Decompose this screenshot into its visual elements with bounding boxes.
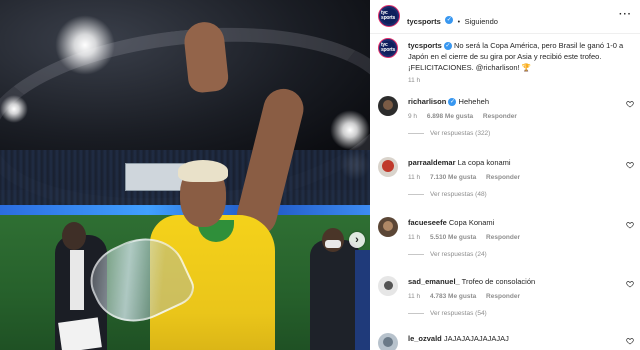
verified-icon: ✓ [448,98,457,107]
comment-time[interactable]: 11 h [408,234,420,241]
heart-outline-icon[interactable] [626,161,634,169]
official-head [62,222,86,250]
view-replies-label: Ver respuestas (48) [430,191,487,198]
comment-time[interactable]: 9 h [408,113,417,120]
view-replies-button[interactable]: Ver respuestas (54) [408,310,487,317]
comment-likes[interactable]: 5.510 Me gusta [430,234,476,241]
stadium-light [55,15,115,75]
comment-text: Trofeo de consolación [461,277,536,286]
replies-divider [408,132,424,134]
view-replies-button[interactable]: Ver respuestas (24) [408,251,487,258]
comment: richarlison ✓ Heheheh 9 h 6.898 Me gusta… [378,96,636,156]
comment-text: La copa konami [457,158,511,167]
reply-button[interactable]: Responder [486,293,520,300]
heart-outline-icon[interactable] [626,100,634,108]
post-side-panel: tyc sports tycsports ✓ • Siguiendo ··· t… [370,0,640,350]
comment-body: parraaldemar La copa konami [408,158,618,168]
comment-meta: 9 h 6.898 Me gusta Responder [408,113,525,120]
heart-outline-icon[interactable] [626,221,634,229]
reply-button[interactable]: Responder [483,113,517,120]
stadium-screen [125,163,185,191]
comment-username[interactable]: le_ozvald [408,334,442,343]
comment-text: Heheheh [458,97,489,106]
comment-time[interactable]: 11 h [408,174,420,181]
separator-dot: • [457,19,461,26]
official-paper [58,317,102,350]
view-replies-label: Ver respuestas (54) [430,310,487,317]
comment-time[interactable]: 11 h [408,293,420,300]
view-replies-label: Ver respuestas (24) [430,251,487,258]
comment-meta: 11 h 4.783 Me gusta Responder [408,293,528,300]
comment-avatar[interactable] [378,276,398,296]
comment: sad_emanuel_ Trofeo de consolación 11 h … [378,276,636,336]
comment: parraaldemar La copa konami 11 h 7.130 M… [378,157,636,217]
chevron-right-icon[interactable]: › [349,232,365,248]
comment: le_ozvald JAJAJAJAJAJAJAJ [378,333,636,350]
comment-body: le_ozvald JAJAJAJAJAJAJAJ [408,334,618,344]
official-shirt [70,250,84,310]
face-mask [325,240,341,248]
comment-likes[interactable]: 4.783 Me gusta [430,293,476,300]
heart-outline-icon[interactable] [626,337,634,345]
comment-likes[interactable]: 7.130 Me gusta [430,174,476,181]
caption-avatar[interactable]: tyc sports [378,38,398,58]
comment-text: Copa Konami [448,218,495,227]
header-user-line: tycsports ✓ • Siguiendo [407,11,498,29]
comment-text: JAJAJAJAJAJAJAJ [443,334,509,343]
security-figure [310,240,360,350]
caption-username[interactable]: tycsports [408,41,442,50]
comment-username[interactable]: parraaldemar [408,158,456,167]
caption-text-block: tycsports ✓ No será la Copa América, per… [408,40,630,73]
comment: facueseefe Copa Konami 11 h 5.510 Me gus… [378,217,636,277]
post-header: tyc sports tycsports ✓ • Siguiendo ··· [370,0,640,34]
avatar-logo: tyc sports [380,41,396,55]
more-horizontal-icon[interactable]: ··· [619,9,632,20]
comment-avatar[interactable] [378,157,398,177]
replies-divider [408,312,424,314]
comment-username[interactable]: richarlison [408,97,446,106]
replies-divider [408,253,424,255]
view-replies-button[interactable]: Ver respuestas (48) [408,191,487,198]
comment-meta: 11 h 7.130 Me gusta Responder [408,174,528,181]
comment-meta: 11 h 5.510 Me gusta Responder [408,234,528,241]
comment-body: sad_emanuel_ Trofeo de consolación [408,277,618,287]
view-replies-button[interactable]: Ver respuestas (322) [408,130,490,137]
follow-status-button[interactable]: Siguiendo [465,17,498,26]
comment-body: facueseefe Copa Konami [408,218,618,228]
comment-body: richarlison ✓ Heheheh [408,97,618,107]
comment-username[interactable]: facueseefe [408,218,447,227]
verified-icon: ✓ [445,15,454,24]
heart-outline-icon[interactable] [626,280,634,288]
caption-time: 11 h [408,77,421,84]
reply-button[interactable]: Responder [486,174,520,181]
stadium-light [0,95,28,123]
comment-avatar[interactable] [378,217,398,237]
view-replies-label: Ver respuestas (322) [430,130,491,137]
reply-button[interactable]: Responder [486,234,520,241]
background-figure [355,250,370,350]
comment-avatar[interactable] [378,96,398,116]
comment-username[interactable]: sad_emanuel_ [408,277,460,286]
post-photo[interactable]: › [0,0,370,350]
avatar-logo: tyc sports [381,8,397,24]
stadium-light [330,110,370,150]
replies-divider [408,193,424,195]
verified-icon: ✓ [443,42,452,51]
header-username[interactable]: tycsports [407,17,441,26]
comment-avatar[interactable] [378,333,398,350]
comment-likes[interactable]: 6.898 Me gusta [427,113,473,120]
avatar[interactable]: tyc sports [378,5,400,27]
player-hair [178,160,228,182]
